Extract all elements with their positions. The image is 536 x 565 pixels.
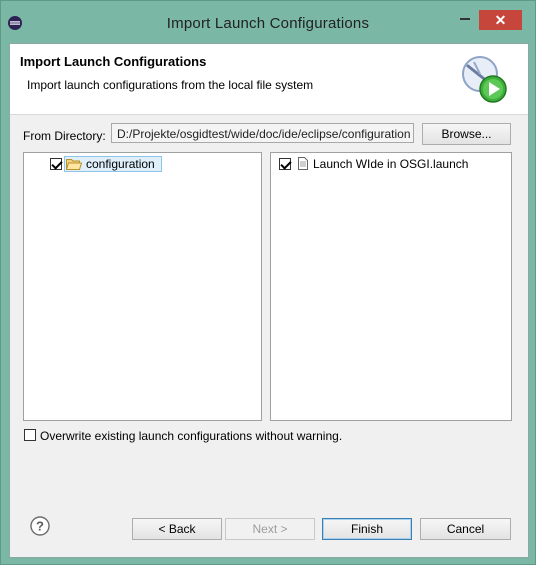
cancel-button[interactable]: Cancel — [420, 518, 511, 540]
close-button[interactable]: ✕ — [479, 10, 522, 30]
banner-title: Import Launch Configurations — [20, 54, 207, 69]
help-icon[interactable]: ? — [30, 516, 50, 536]
window-title: Import Launch Configurations — [166, 15, 370, 32]
wizard-banner: Import Launch Configurations Import laun… — [10, 44, 528, 115]
banner-description: Import launch configurations from the lo… — [27, 78, 314, 92]
browse-button[interactable]: Browse... — [422, 123, 511, 145]
finish-button[interactable]: Finish — [322, 518, 412, 540]
svg-text:?: ? — [36, 519, 44, 534]
from-directory-label: From Directory: — [23, 129, 106, 143]
title-bar[interactable]: Import Launch Configurations ✕ — [1, 1, 535, 43]
document-icon — [298, 157, 308, 170]
minimize-button[interactable] — [457, 9, 473, 23]
launch-config-wizard-icon — [462, 56, 507, 103]
folder-tree-panel[interactable]: configuration — [23, 152, 262, 421]
configuration-checkbox[interactable] — [50, 158, 62, 170]
file-list-panel[interactable]: Launch WIde in OSGI.launch — [270, 152, 512, 421]
tree-item-configuration[interactable]: configuration — [24, 155, 261, 173]
file-item-launch[interactable]: Launch WIde in OSGI.launch — [271, 155, 511, 173]
overwrite-checkbox[interactable] — [24, 429, 36, 441]
tree-item-label: configuration — [86, 157, 155, 171]
launch-file-checkbox[interactable] — [279, 158, 291, 170]
directory-path-field[interactable]: D:/Projekte/osgidtest/wide/doc/ide/eclip… — [111, 123, 414, 143]
overwrite-label[interactable]: Overwrite existing launch configurations… — [40, 429, 342, 443]
dialog-window: Import Launch Configurations ✕ Import La… — [0, 0, 536, 565]
next-button[interactable]: Next > — [225, 518, 315, 540]
dialog-body: Import Launch Configurations Import laun… — [9, 43, 529, 558]
folder-open-icon — [66, 159, 82, 170]
back-button[interactable]: < Back — [132, 518, 222, 540]
file-item-label: Launch WIde in OSGI.launch — [313, 157, 469, 171]
